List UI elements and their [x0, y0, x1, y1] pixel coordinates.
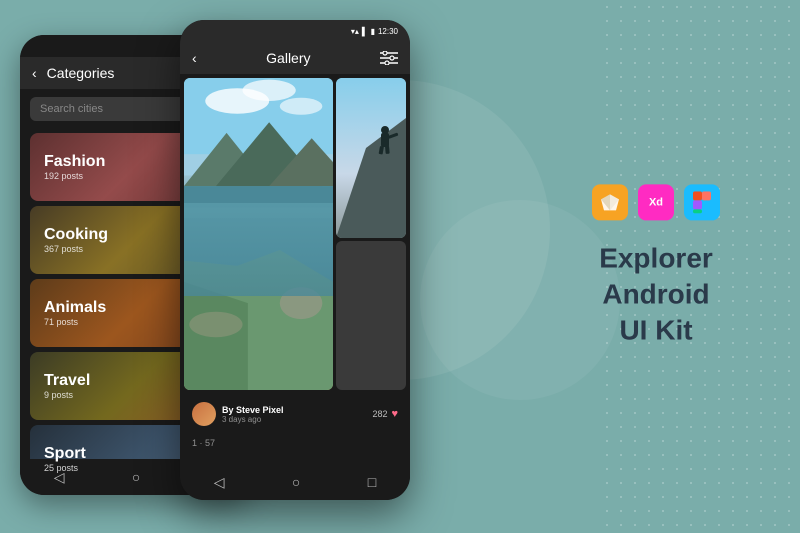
gallery-secondary-image[interactable] — [336, 78, 406, 238]
brand-line1: Explorer — [592, 240, 720, 276]
cat-travel-posts: 9 posts — [44, 390, 90, 400]
phone1-nav-home[interactable]: ○ — [132, 469, 140, 485]
post-likes: 282 ♥ — [372, 408, 398, 420]
phone2-nav-back[interactable]: ◁ — [214, 474, 225, 491]
xd-app-icon: Xd — [638, 184, 674, 220]
cat-cooking-name: Cooking — [44, 226, 108, 244]
cat-fashion-posts: 192 posts — [44, 171, 105, 181]
phone2-status-bar: ▾▴ ▌ ▮ 12:30 — [180, 20, 410, 42]
post-author-info: By Steve Pixel 3 days ago — [192, 402, 284, 426]
heart-icon[interactable]: ♥ — [391, 408, 398, 420]
phone2-nav: ◁ ○ □ — [180, 464, 410, 500]
cat-animals-name: Animals — [44, 299, 106, 317]
phone2-header-title: Gallery — [266, 50, 310, 66]
cat-fashion-text: Fashion 192 posts — [44, 153, 105, 181]
cat-animals-text: Animals 71 posts — [44, 299, 106, 327]
cat-cooking-text: Cooking 367 posts — [44, 226, 108, 254]
phone1-back-button[interactable]: ‹ — [32, 65, 37, 81]
app-icons: Xd — [592, 184, 720, 220]
cat-sport-text: Sport 25 posts — [44, 445, 86, 473]
phone2-nav-recent[interactable]: □ — [368, 474, 376, 490]
cat-animals-posts: 71 posts — [44, 317, 106, 327]
mountain-lake-image — [184, 78, 333, 390]
phone2-gallery: ▾▴ ▌ ▮ 12:30 ‹ Gallery — [180, 20, 410, 500]
post-author: By Steve Pixel — [222, 405, 284, 415]
likes-count: 282 — [372, 409, 387, 419]
post-info: By Steve Pixel 3 days ago 282 ♥ — [180, 394, 410, 434]
gallery-right-column — [336, 78, 406, 390]
phone2-nav-home[interactable]: ○ — [292, 474, 300, 490]
phone2-wifi-icon: ▾▴ — [351, 27, 359, 36]
cat-cooking-posts: 367 posts — [44, 244, 108, 254]
figma-app-icon — [684, 184, 720, 220]
cat-travel-text: Travel 9 posts — [44, 372, 90, 400]
gallery-main-image[interactable] — [184, 78, 333, 390]
bg-circle2-decoration — [420, 200, 620, 400]
post-avatar — [192, 402, 216, 426]
cat-fashion-name: Fashion — [44, 153, 105, 171]
cat-travel-name: Travel — [44, 372, 90, 390]
cat-sport-name: Sport — [44, 445, 86, 463]
phone2-header: ‹ Gallery — [180, 42, 410, 74]
brand-line3: UI Kit — [592, 313, 720, 349]
phone2-status-icons: ▾▴ ▌ ▮ 12:30 — [351, 27, 398, 36]
phone1-search-placeholder: Search cities — [40, 103, 103, 115]
brand-line2: Android — [592, 276, 720, 312]
filter-icon[interactable] — [380, 51, 398, 65]
phone2-time: 12:30 — [378, 27, 398, 36]
sketch-app-icon — [592, 184, 628, 220]
brand-text: Explorer Android UI Kit — [592, 240, 720, 349]
gallery-pagination: 1 · 57 — [180, 434, 410, 452]
gallery-images — [180, 74, 410, 394]
phone2-signal-icon: ▌ — [362, 27, 368, 36]
post-meta: By Steve Pixel 3 days ago — [222, 405, 284, 424]
xd-label: Xd — [649, 196, 663, 208]
gallery-placeholder — [336, 241, 406, 390]
cat-sport-posts: 25 posts — [44, 463, 86, 473]
branding-section: Xd Explorer Android UI Kit — [592, 184, 720, 349]
silhouette-image — [336, 78, 406, 238]
phone2-back-button[interactable]: ‹ — [192, 50, 197, 66]
post-time: 3 days ago — [222, 415, 284, 424]
phone2-battery-icon: ▮ — [371, 27, 375, 36]
phone1-header-title: Categories — [47, 65, 115, 81]
